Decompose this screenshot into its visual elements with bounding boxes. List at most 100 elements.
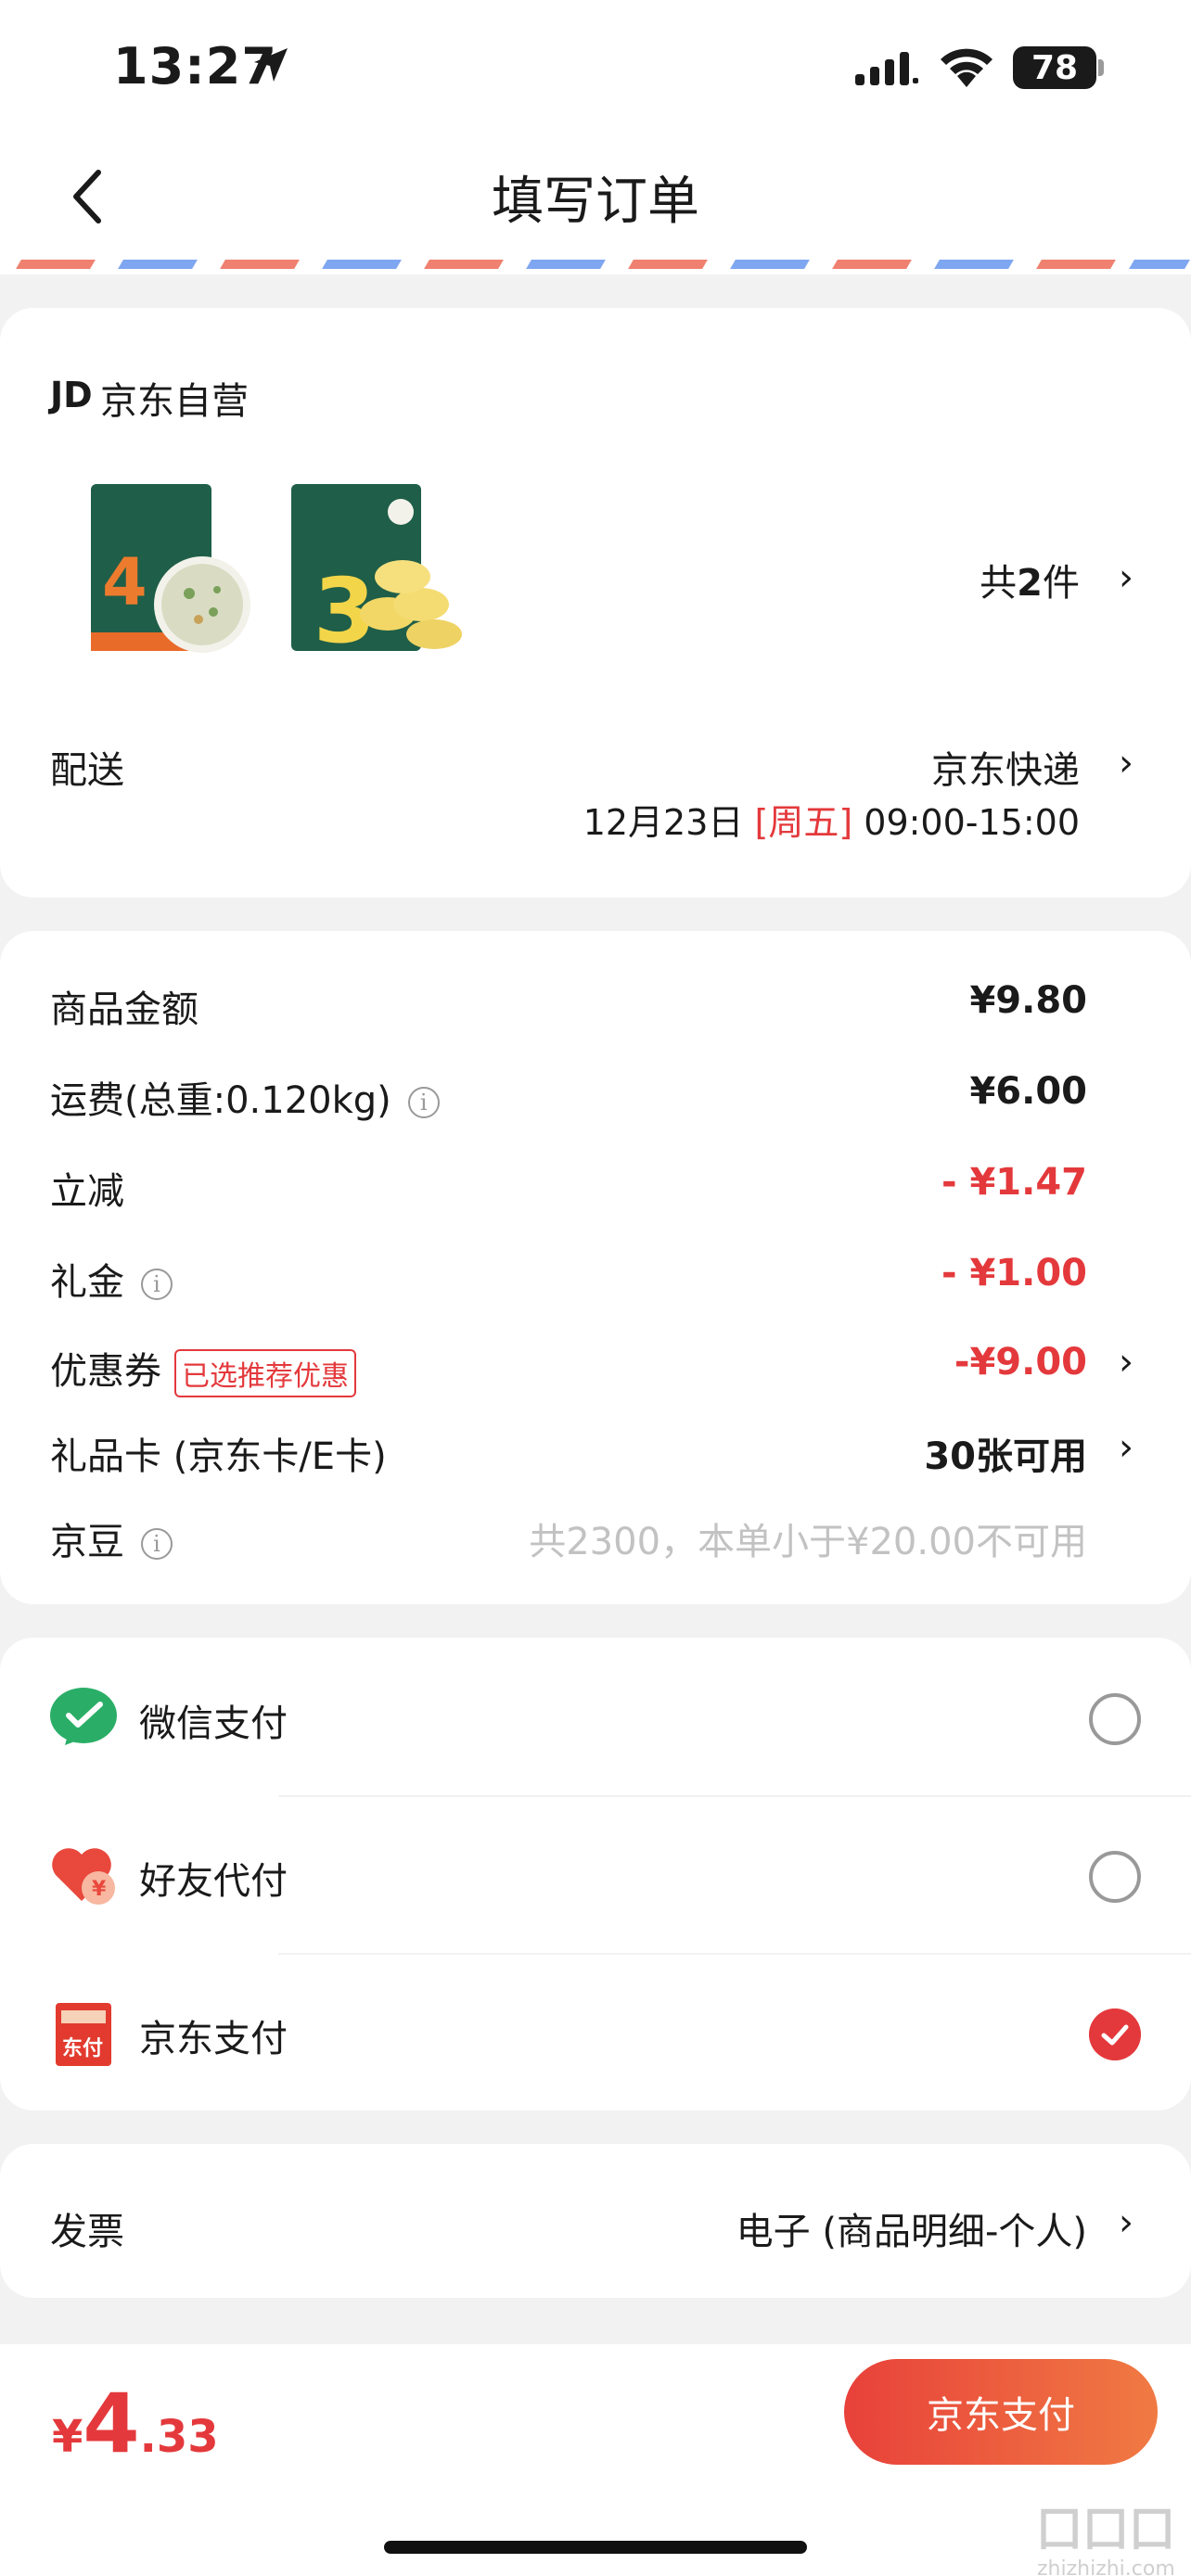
checkout-footer: ¥4.33 京东支付 囗囗囗 zhizhizhi.com — [0, 2344, 1191, 2576]
row-label: 礼金 — [50, 1261, 124, 1304]
chevron-right-icon[interactable]: › — [1119, 1341, 1133, 1384]
goods-card: JD 京东自营 4 3 共2件 › 配送 京东快递 › 12月23日 [周五] … — [0, 308, 1191, 898]
watermark-logo: 囗囗囗 — [1036, 2504, 1176, 2556]
stripe — [526, 260, 606, 269]
info-icon[interactable]: i — [407, 1087, 440, 1118]
page-title: 填写订单 — [492, 172, 699, 232]
delivery-weekday: [周五] — [754, 802, 853, 843]
product-image-2[interactable]: 3 — [286, 475, 471, 660]
coupon-badge: 已选推荐优惠 — [174, 1349, 356, 1397]
row-value: ¥6.00 — [969, 1070, 1087, 1113]
battery-level: 78 — [1031, 48, 1079, 87]
airmail-divider — [0, 260, 1191, 274]
jd-pay-icon-text: 东付 — [62, 2036, 103, 2060]
row-label: 立减 — [50, 1170, 124, 1213]
battery-indicator: 78 — [1013, 46, 1096, 89]
price-row-gift-money: 礼金 i - ¥1.00 — [0, 1237, 1191, 1311]
radio-unchecked[interactable] — [1089, 1851, 1141, 1903]
chevron-right-icon[interactable]: › — [1119, 556, 1133, 599]
svg-text:4: 4 — [102, 544, 147, 620]
payment-label: 好友代付 — [139, 1860, 288, 1903]
row-label-wrap: 优惠券 已选推荐优惠 — [50, 1341, 356, 1397]
row-label-wrap: 京豆 i — [50, 1511, 173, 1565]
row-value: -¥9.00 — [954, 1341, 1087, 1384]
chevron-right-icon[interactable]: › — [1119, 742, 1133, 784]
amount-integer: 4 — [83, 2376, 140, 2471]
total-amount: ¥4.33 — [52, 2376, 219, 2471]
row-label: 商品金额 — [50, 988, 198, 1031]
stripe — [1036, 260, 1116, 269]
wifi-icon — [941, 48, 992, 87]
wechat-pay-icon — [50, 1688, 117, 1745]
row-label: 运费(总重:0.120kg) — [50, 1079, 391, 1122]
price-row-coupon[interactable]: 优惠券 已选推荐优惠 -¥9.00 › — [0, 1326, 1191, 1400]
goods-count-suffix: 件 — [1043, 562, 1080, 605]
row-label-wrap: 礼金 i — [50, 1252, 173, 1306]
goods-count-number: 2 — [1017, 562, 1043, 605]
payment-label: 微信支付 — [139, 1702, 288, 1745]
row-value: ¥9.80 — [969, 979, 1087, 1022]
row-label-wrap: 运费(总重:0.120kg) i — [50, 1070, 440, 1124]
goods-count[interactable]: 共2件 — [980, 553, 1080, 606]
invoice-label: 发票 — [50, 2211, 124, 2253]
friend-pay-heart-icon: ¥ — [52, 1848, 115, 1905]
jd-pay-icon: 东付 — [56, 2003, 111, 2066]
svg-text:¥: ¥ — [92, 1878, 107, 1901]
payment-card: 微信支付 ¥ 好友代付 东付 京东支付 — [0, 1638, 1191, 2111]
payment-option-wechat[interactable]: 微信支付 — [0, 1638, 1191, 1795]
row-label: 礼品卡 (京东卡/E卡) — [50, 1435, 387, 1478]
price-card: 商品金额 ¥9.80 运费(总重:0.120kg) i ¥6.00 立减 - ¥1… — [0, 931, 1191, 1604]
stripe — [934, 260, 1014, 269]
invoice-card[interactable]: 发票 电子 (商品明细-个人) › — [0, 2144, 1191, 2298]
payment-option-friend[interactable]: ¥ 好友代付 — [0, 1795, 1191, 1953]
payment-label: 京东支付 — [139, 2018, 288, 2060]
stripe — [16, 260, 96, 269]
delivery-date: 12月23日 — [583, 802, 744, 843]
submit-pay-button[interactable]: 京东支付 — [844, 2359, 1158, 2465]
price-row-shipping: 运费(总重:0.120kg) i ¥6.00 — [0, 1055, 1191, 1129]
delivery-label: 配送 — [50, 749, 124, 792]
stripe — [730, 260, 810, 269]
battery-cap — [1098, 59, 1104, 76]
status-bar: 13:27 78 — [0, 0, 1191, 139]
delivery-method[interactable]: 京东快递 — [931, 740, 1080, 794]
price-row-gift-card[interactable]: 礼品卡 (京东卡/E卡) 30张可用 › — [0, 1411, 1191, 1486]
watermark: 囗囗囗 zhizhizhi.com — [1037, 2493, 1176, 2576]
stripe — [1129, 260, 1190, 269]
goods-count-prefix: 共 — [980, 562, 1018, 605]
price-row-jd-beans: 京豆 i 共2300，本单小于¥20.00不可用 — [0, 1497, 1191, 1571]
stripe — [118, 260, 198, 269]
info-icon[interactable]: i — [141, 1528, 173, 1560]
stripe — [220, 260, 300, 269]
home-indicator[interactable] — [384, 2541, 807, 2554]
chevron-right-icon[interactable]: › — [1119, 1426, 1133, 1469]
amount-decimal: .33 — [139, 2411, 219, 2463]
payment-option-jd-pay[interactable]: 东付 京东支付 — [0, 1953, 1191, 2111]
location-arrow-icon — [254, 48, 288, 82]
stripe — [832, 260, 912, 269]
radio-unchecked[interactable] — [1089, 1693, 1141, 1745]
row-label: 京豆 — [50, 1521, 124, 1563]
watermark-url: zhizhizhi.com — [1036, 2557, 1175, 2576]
chevron-right-icon[interactable]: › — [1119, 2201, 1133, 2244]
row-label: 优惠券 — [50, 1350, 161, 1393]
info-icon[interactable]: i — [141, 1269, 173, 1300]
invoice-value: 电子 (商品明细-个人) — [736, 2211, 1087, 2253]
delivery-time[interactable]: 12月23日 [周五] 09:00-15:00 — [583, 794, 1080, 845]
nav-bar: 填写订单 — [0, 139, 1191, 260]
price-row-goods-amount: 商品金额 ¥9.80 — [0, 964, 1191, 1039]
stripe — [424, 260, 504, 269]
product-image-1[interactable]: 4 — [82, 475, 267, 660]
shop-name: 京东自营 — [100, 380, 249, 423]
row-value: - ¥1.47 — [941, 1161, 1087, 1204]
stripe — [628, 260, 708, 269]
delivery-window: 09:00-15:00 — [864, 802, 1080, 843]
jd-logo: JD — [50, 375, 93, 415]
row-value: - ¥1.00 — [941, 1252, 1087, 1294]
row-value: 共2300，本单小于¥20.00不可用 — [529, 1521, 1087, 1563]
row-value: 30张可用 — [924, 1435, 1087, 1478]
price-row-instant-discount: 立减 - ¥1.47 — [0, 1146, 1191, 1220]
currency-symbol: ¥ — [52, 2411, 83, 2463]
cellular-signal-icon — [855, 52, 918, 85]
radio-checked-icon[interactable] — [1089, 2009, 1141, 2060]
